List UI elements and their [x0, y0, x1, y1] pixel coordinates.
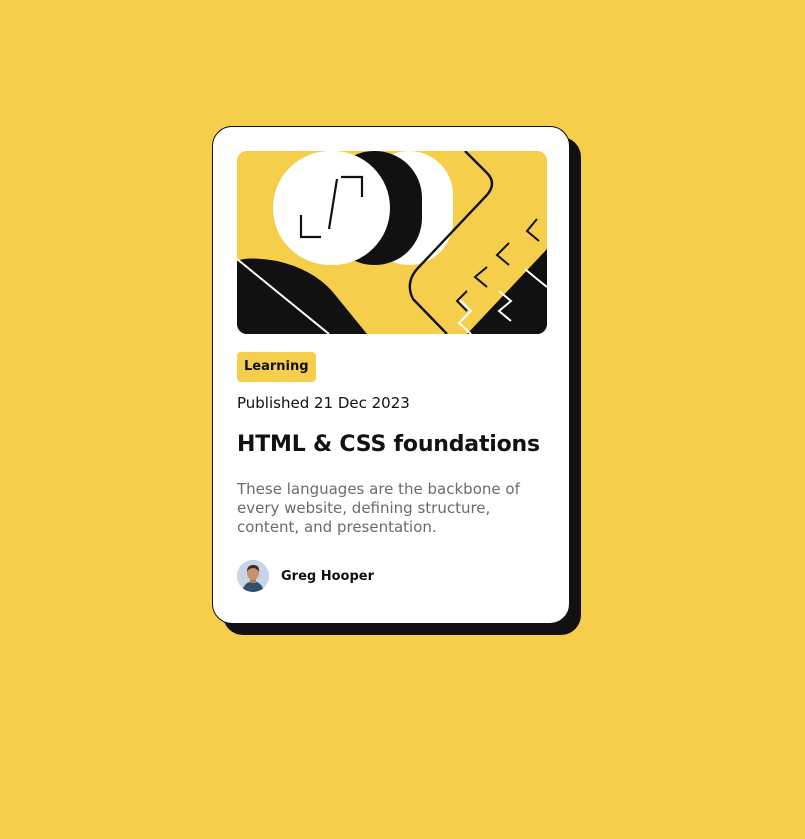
- author-avatar-icon: [237, 560, 269, 592]
- hero-illustration: [237, 151, 547, 334]
- author-name: Greg Hooper: [281, 568, 375, 584]
- published-date: Published 21 Dec 2023: [237, 394, 410, 412]
- blog-preview-card: Learning Published 21 Dec 2023 HTML & CS…: [212, 126, 570, 624]
- category-tag: Learning: [237, 352, 316, 382]
- code-illustration-icon: [237, 151, 547, 334]
- author: Greg Hooper: [237, 560, 374, 592]
- article-description: These languages are the backbone of ever…: [237, 480, 520, 536]
- article-title[interactable]: HTML & CSS foundations: [237, 432, 540, 457]
